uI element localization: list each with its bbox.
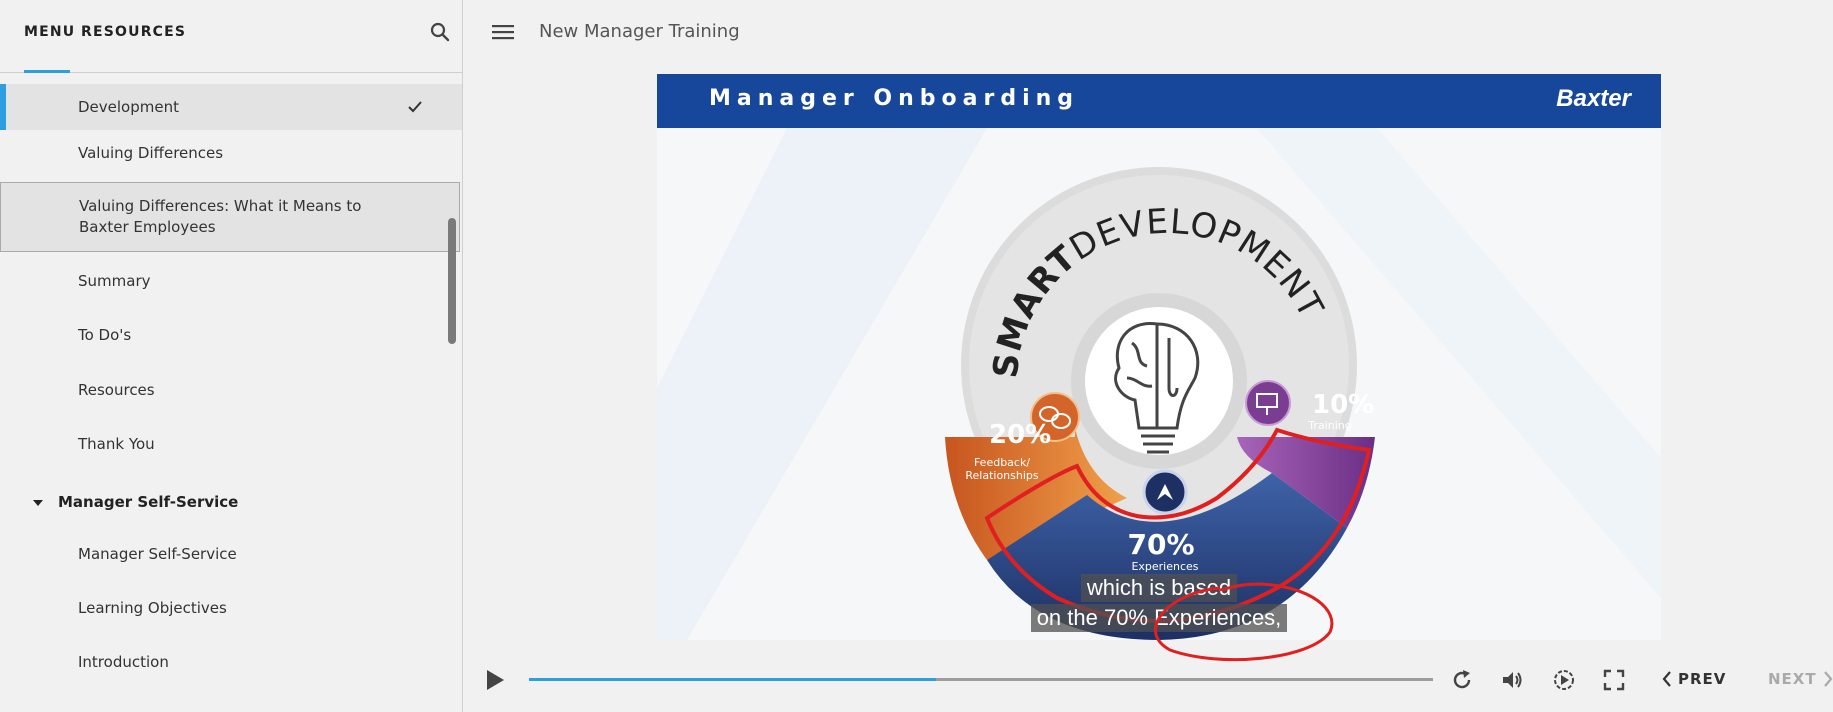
caret-down-icon	[33, 500, 43, 506]
menu-item-label: Learning Objectives	[78, 599, 227, 617]
inner-circle	[1085, 307, 1233, 455]
course-title: New Manager Training	[539, 21, 740, 42]
captions-toggle-icon[interactable]	[1552, 668, 1576, 692]
caption-annotation	[1154, 582, 1334, 662]
fullscreen-icon[interactable]	[1602, 668, 1626, 692]
label-experiences: Experiences	[1131, 560, 1198, 573]
slide-title: Manager Onboarding	[709, 86, 1080, 111]
volume-icon[interactable]	[1500, 668, 1524, 692]
smart-development-graphic: SMARTDEVELOPMENT 20% Feedback/ Relations…	[657, 128, 1661, 640]
label-training: Training	[1307, 419, 1351, 432]
prev-label: PREV	[1678, 670, 1727, 688]
chevron-right-icon	[1823, 671, 1833, 687]
background-shape	[657, 128, 987, 640]
prev-button[interactable]: PREV	[1662, 670, 1726, 688]
chevron-left-icon	[1662, 671, 1671, 687]
active-tab-indicator	[24, 70, 70, 73]
seek-bar[interactable]	[529, 678, 1433, 681]
section-manager-self-service[interactable]: Manager Self-Service	[0, 473, 462, 531]
menu-item-todos[interactable]: To Do's	[0, 312, 462, 358]
menu-item-introduction[interactable]: Introduction	[0, 639, 462, 685]
sidebar: MENU RESOURCES Development Valuing Diffe…	[0, 0, 463, 712]
play-icon[interactable]	[484, 668, 506, 692]
search-icon[interactable]	[428, 20, 452, 44]
percent-70: 70%	[1127, 528, 1194, 561]
hamburger-menu-icon[interactable]	[492, 22, 514, 42]
tab-resources[interactable]: RESOURCES	[81, 24, 186, 40]
sidebar-header: MENU RESOURCES	[0, 0, 462, 73]
menu-item-label: Valuing Differences: What it Means to Ba…	[79, 197, 362, 236]
brand-logo: Baxter	[1556, 85, 1631, 112]
tab-menu[interactable]: MENU	[24, 24, 75, 40]
sidebar-scrollbar[interactable]	[448, 218, 456, 344]
menu-item-resources[interactable]: Resources	[0, 367, 462, 413]
menu-item-label: Thank You	[78, 435, 155, 453]
section-label: Manager Self-Service	[58, 493, 239, 511]
next-button[interactable]: NEXT	[1768, 670, 1833, 688]
label-feedback: Feedback/	[974, 456, 1030, 469]
presentation-icon	[1245, 380, 1291, 426]
next-label: NEXT	[1768, 670, 1817, 688]
menu-item-manager-self-service[interactable]: Manager Self-Service	[0, 531, 462, 577]
percent-20: 20%	[989, 420, 1051, 450]
active-item-indicator	[0, 84, 6, 130]
menu-list: Development Valuing Differences Valuing …	[0, 84, 462, 685]
menu-item-development[interactable]: Development	[0, 84, 462, 130]
menu-item-label: Introduction	[78, 653, 169, 671]
menu-item-label: Summary	[78, 272, 151, 290]
checkmark-icon	[408, 101, 422, 113]
menu-item-valuing-differences-baxter[interactable]: Valuing Differences: What it Means to Ba…	[0, 182, 460, 252]
seek-bar-progress	[529, 678, 936, 681]
menu-item-label: Development	[78, 98, 179, 116]
slide: Manager Onboarding Baxter SMARTDEVELOPME…	[657, 74, 1661, 640]
menu-item-thank-you[interactable]: Thank You	[0, 421, 462, 467]
menu-item-label: Valuing Differences	[78, 144, 224, 162]
menu-item-label: To Do's	[78, 326, 132, 344]
menu-item-learning-objectives[interactable]: Learning Objectives	[0, 585, 462, 631]
menu-item-label: Resources	[78, 381, 155, 399]
menu-item-label: Manager Self-Service	[78, 545, 237, 563]
label-relationships: Relationships	[965, 469, 1039, 482]
slide-header: Manager Onboarding Baxter	[657, 74, 1661, 128]
menu-item-summary[interactable]: Summary	[0, 258, 462, 304]
percent-10: 10%	[1312, 390, 1374, 420]
replay-icon[interactable]	[1450, 668, 1474, 692]
menu-item-valuing-differences[interactable]: Valuing Differences	[0, 130, 462, 176]
